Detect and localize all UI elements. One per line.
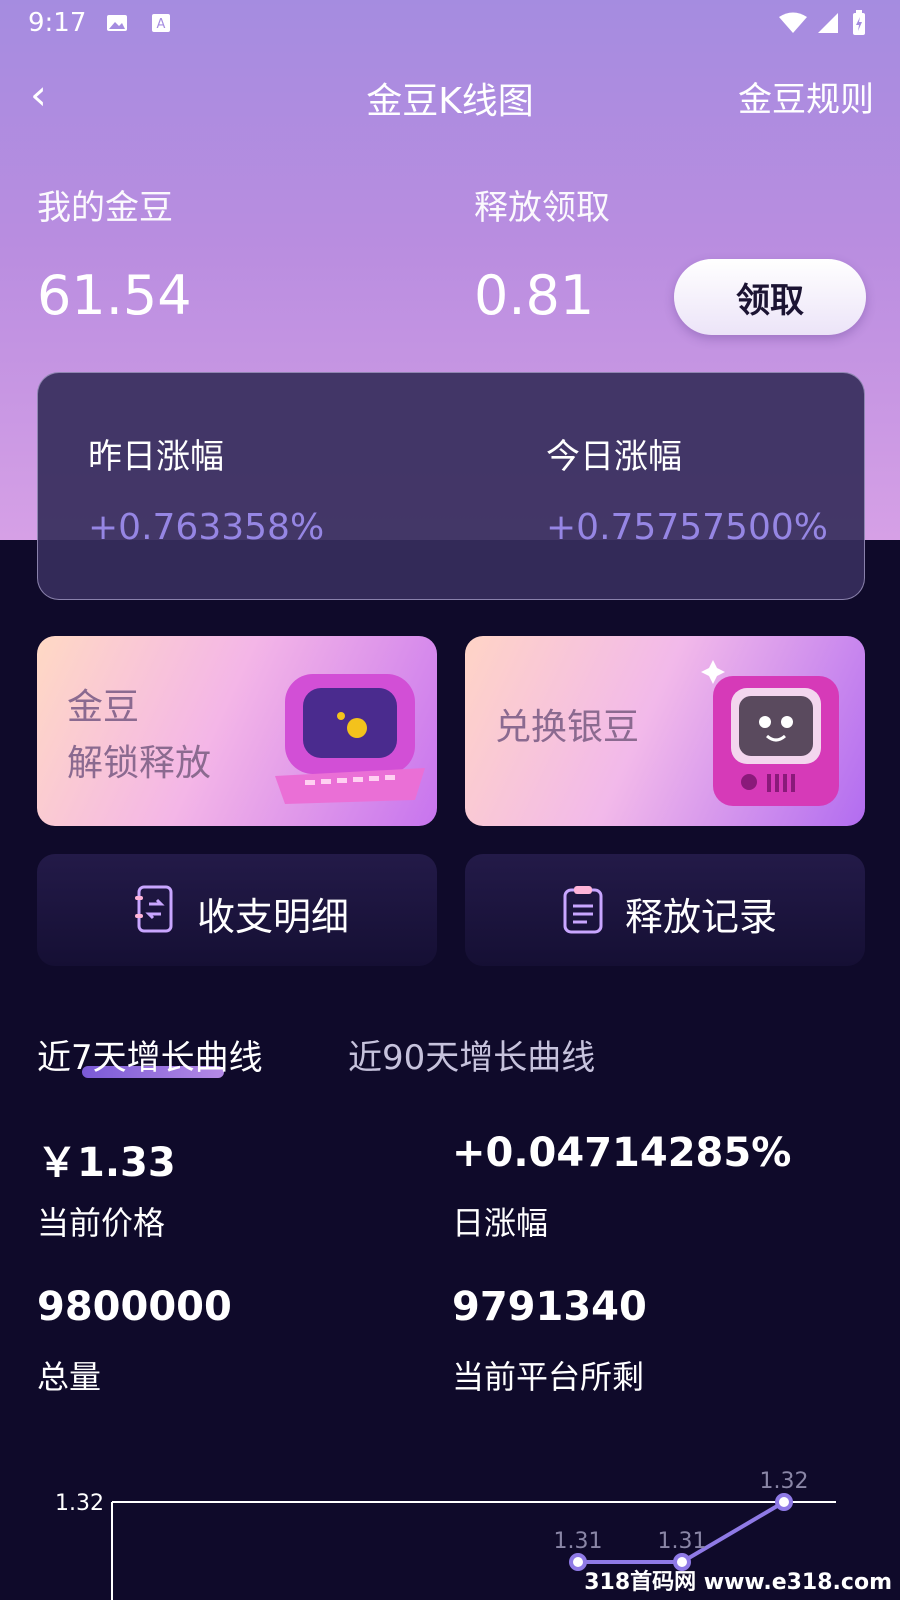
y-tick-label: 1.32: [55, 1491, 104, 1516]
ledger-label: 收支明细: [197, 895, 350, 939]
release-records-button[interactable]: 释放记录: [465, 854, 865, 966]
signal-icon: [818, 13, 838, 33]
unlock-title: 金豆: [67, 687, 140, 728]
tab-90-day-curve[interactable]: 近90天增长曲线: [348, 1030, 595, 1079]
current-price-label: 当前价格: [37, 1204, 166, 1242]
today-change-label: 今日涨幅: [546, 437, 682, 477]
release-records-label: 释放记录: [625, 895, 778, 939]
yesterday-change-label: 昨日涨幅: [88, 437, 224, 477]
yesterday-change-value: +0.763358%: [88, 507, 325, 548]
exchange-title: 兑换银豆: [495, 707, 640, 748]
daily-change-value: +0.04714285%: [452, 1130, 792, 1176]
exchange-silver-card[interactable]: 兑换银豆: [465, 636, 865, 826]
image-notification-icon: [107, 15, 127, 31]
status-time: 9:17: [28, 8, 87, 38]
ledger-icon: [135, 885, 173, 933]
daily-change-label: 日涨幅: [452, 1204, 549, 1242]
release-value: 0.81: [474, 264, 595, 327]
change-summary-card: 昨日涨幅 +0.763358% 今日涨幅 +0.75757500%: [37, 372, 865, 600]
data-point: [775, 1493, 793, 1511]
today-change-value: +0.75757500%: [546, 507, 828, 548]
tv-illustration-icon: [701, 660, 839, 806]
current-price-value: ￥1.33: [37, 1140, 176, 1186]
total-supply-label: 总量: [37, 1358, 102, 1396]
data-point: [569, 1553, 587, 1571]
remaining-supply-label: 当前平台所剩: [452, 1358, 645, 1396]
tab-7-day-curve[interactable]: 近7天增长曲线: [37, 1030, 263, 1079]
svg-text:A: A: [157, 17, 166, 32]
unlock-subtitle: 解锁释放: [67, 743, 212, 784]
battery-icon: [853, 10, 865, 35]
unlock-release-card[interactable]: 金豆 解锁释放: [37, 636, 437, 826]
my-beans-value: 61.54: [37, 264, 192, 327]
my-beans-label: 我的金豆: [37, 188, 173, 228]
watermark-text: 318首码网 www.e318.com: [584, 1570, 892, 1595]
ledger-button[interactable]: 收支明细: [37, 854, 437, 966]
release-label: 释放领取: [474, 188, 610, 228]
rules-link[interactable]: 金豆规则: [738, 72, 874, 121]
clipboard-icon: [563, 886, 603, 934]
remaining-supply-value: 9791340: [452, 1284, 647, 1330]
computer-illustration-icon: [275, 674, 425, 804]
total-supply-value: 9800000: [37, 1284, 232, 1330]
text-notification-icon: A: [152, 14, 170, 32]
data-label: 1.31: [658, 1529, 707, 1554]
claim-button[interactable]: 领取: [674, 259, 866, 335]
wifi-icon: [779, 12, 807, 33]
data-label: 1.31: [554, 1529, 603, 1554]
status-bar: 9:17 A: [0, 0, 900, 50]
data-label: 1.32: [760, 1470, 809, 1494]
top-navigation: ‹ 金豆K线图 金豆规则: [0, 58, 900, 130]
